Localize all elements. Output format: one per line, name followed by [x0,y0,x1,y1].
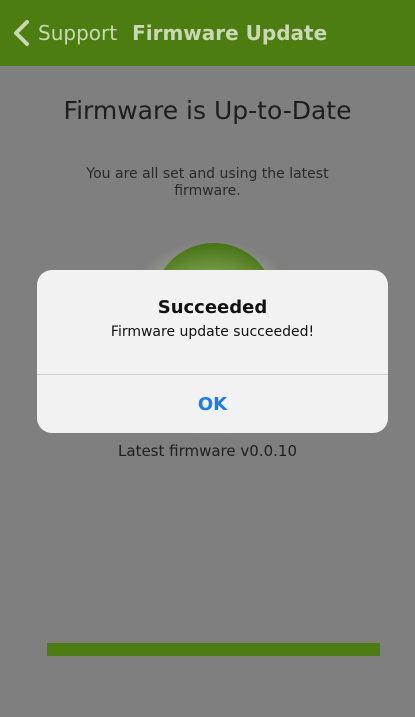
alert-dialog-content: Succeeded Firmware update succeeded! [37,270,388,374]
alert-dialog-message: Firmware update succeeded! [110,324,315,340]
firmware-status-subtitle: You are all set and using the latest fir… [86,166,329,199]
back-button-label: Support [38,21,118,45]
progress-fill [47,643,380,656]
nav-header: Support Firmware Update [0,0,415,66]
page-title: Firmware Update [132,21,328,45]
firmware-status-title: Firmware is Up-to-Date [63,96,352,125]
chevron-left-icon [10,19,34,47]
alert-dialog: Succeeded Firmware update succeeded! OK [37,270,388,433]
progress-bar [47,643,380,656]
back-button[interactable]: Support [10,19,117,47]
alert-dialog-title: Succeeded [157,297,268,318]
latest-firmware-label: Latest firmware v0.0.10 [118,442,297,460]
ok-button[interactable]: OK [37,375,388,433]
